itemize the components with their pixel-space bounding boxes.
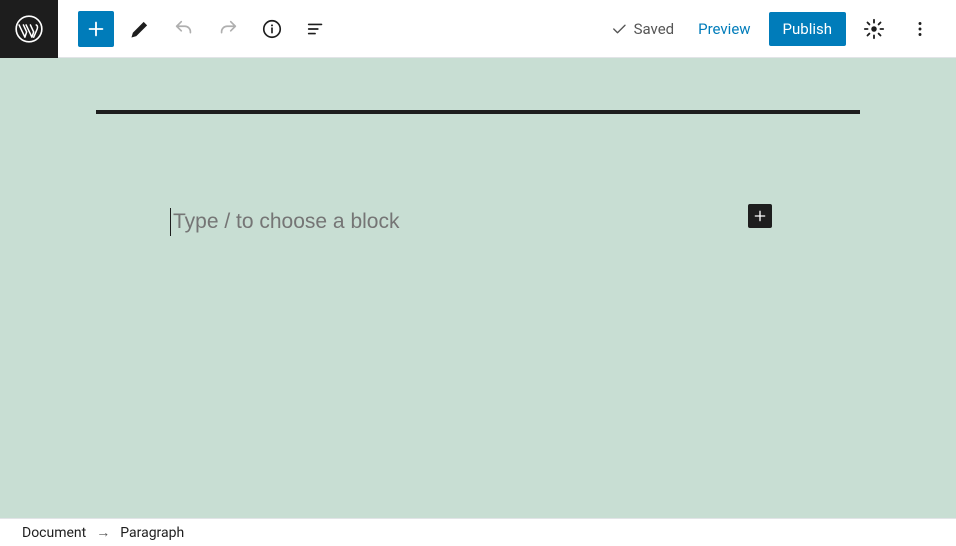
- kebab-icon: [909, 18, 931, 40]
- check-icon: [610, 20, 628, 38]
- publish-button[interactable]: Publish: [769, 12, 846, 46]
- block-breadcrumb: Document → Paragraph: [0, 518, 956, 546]
- save-status: Saved: [610, 20, 675, 38]
- inline-inserter-button[interactable]: [748, 204, 772, 228]
- plus-icon: [85, 18, 107, 40]
- chevron-right-icon: →: [96, 524, 110, 541]
- title-separator: [96, 110, 860, 114]
- saved-label: Saved: [634, 20, 675, 38]
- list-view-icon: [305, 18, 327, 40]
- settings-button[interactable]: [856, 11, 892, 47]
- wp-logo[interactable]: [0, 0, 58, 58]
- top-bar: Saved Preview Publish: [0, 0, 956, 58]
- pencil-icon: [129, 18, 151, 40]
- paragraph-block[interactable]: [170, 208, 786, 236]
- breadcrumb-root[interactable]: Document: [22, 525, 86, 541]
- wordpress-icon: [15, 15, 43, 43]
- undo-icon: [173, 18, 195, 40]
- redo-button[interactable]: [210, 11, 246, 47]
- details-button[interactable]: [254, 11, 290, 47]
- block-inserter-button[interactable]: [78, 11, 114, 47]
- paragraph-input[interactable]: [170, 208, 786, 236]
- editor-canvas[interactable]: [0, 58, 956, 518]
- redo-icon: [217, 18, 239, 40]
- toolbar-right: Saved Preview Publish: [610, 11, 956, 47]
- outline-button[interactable]: [298, 11, 334, 47]
- gear-icon: [863, 18, 885, 40]
- info-icon: [261, 18, 283, 40]
- preview-button[interactable]: Preview: [690, 14, 758, 44]
- undo-button[interactable]: [166, 11, 202, 47]
- edit-mode-button[interactable]: [122, 11, 158, 47]
- options-menu-button[interactable]: [902, 11, 938, 47]
- breadcrumb-current[interactable]: Paragraph: [120, 525, 184, 541]
- toolbar-left: [58, 11, 334, 47]
- plus-icon: [752, 208, 768, 224]
